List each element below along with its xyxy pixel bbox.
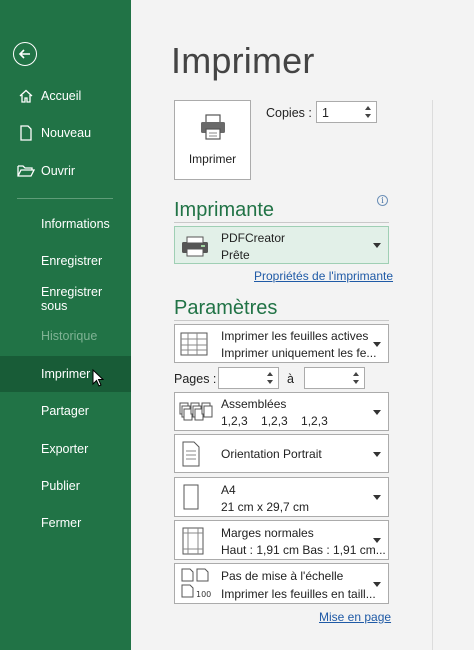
collated-pages-icon — [179, 402, 213, 421]
printer-name: PDFCreator — [221, 231, 286, 245]
margins-icon — [182, 527, 204, 555]
copies-stepper[interactable]: 1 — [316, 101, 377, 123]
new-document-icon — [17, 124, 35, 142]
back-arrow-icon[interactable] — [13, 42, 37, 66]
print-button-label: Imprimer — [188, 152, 237, 166]
scaling-dropdown[interactable]: 100 Pas de mise à l'échelle Imprimer les… — [174, 563, 389, 604]
chevron-down-icon — [373, 243, 381, 248]
pages-to-stepper[interactable] — [304, 367, 365, 389]
print-what-value: Imprimer les feuilles actives — [221, 329, 369, 343]
sidebar-item-history: Historique — [0, 318, 131, 354]
paper-size-icon — [183, 484, 199, 510]
printer-icon — [201, 114, 225, 140]
section-divider — [174, 222, 389, 223]
sidebar-item-save-as[interactable]: Enregistrer sous — [0, 281, 131, 317]
printer-dropdown[interactable]: PDFCreator Prête — [174, 226, 389, 264]
sidebar-item-label: Ouvrir — [41, 164, 76, 178]
sidebar-item-label: Partager — [41, 404, 89, 418]
chevron-down-icon — [373, 495, 381, 500]
margins-detail: Haut : 1,91 cm Bas : 1,91 cm... — [221, 543, 386, 557]
sidebar-item-label: Historique — [41, 329, 98, 343]
pages-to-label: à — [287, 372, 294, 386]
printer-section-heading: Imprimante — [174, 199, 275, 221]
chevron-down-icon — [373, 409, 381, 415]
sidebar-item-new[interactable]: Nouveau — [0, 115, 131, 151]
info-icon[interactable]: i — [377, 195, 388, 206]
sidebar-item-label: Enregistrer sous — [41, 285, 103, 313]
printer-device-icon — [182, 236, 208, 257]
sidebar-item-info[interactable]: Informations — [0, 206, 131, 242]
printer-status: Prête — [221, 248, 250, 262]
stepper-arrows-icon[interactable] — [362, 102, 376, 122]
margins-dropdown[interactable]: Marges normales Haut : 1,91 cm Bas : 1,9… — [174, 520, 389, 560]
folder-open-icon — [17, 162, 35, 180]
scaling-value: Pas de mise à l'échelle — [221, 569, 344, 583]
chevron-down-icon — [373, 538, 381, 543]
sidebar-item-label: Enregistrer — [41, 254, 103, 268]
sidebar-item-label: Nouveau — [41, 126, 92, 140]
page-title: Imprimer — [171, 40, 315, 81]
portrait-page-icon — [182, 441, 200, 467]
orientation-dropdown[interactable]: Orientation Portrait — [174, 434, 389, 473]
sidebar-item-export[interactable]: Exporter — [0, 431, 131, 467]
home-icon — [17, 87, 35, 105]
collate-value: Assemblées — [221, 397, 287, 411]
copies-value: 1 — [322, 106, 329, 120]
pages-label: Pages : — [174, 372, 217, 386]
paper-size-value: A4 — [221, 483, 236, 497]
settings-section-heading: Paramètres — [174, 297, 278, 319]
stepper-arrows-icon[interactable] — [264, 368, 278, 388]
sidebar-item-label: Publier — [41, 479, 80, 493]
mouse-cursor-icon — [92, 369, 104, 387]
print-button[interactable]: Imprimer — [174, 100, 251, 180]
preview-divider — [432, 100, 433, 650]
sidebar-item-label: Imprimer — [41, 367, 91, 381]
collate-detail: 1,2,3 1,2,3 1,2,3 — [221, 414, 328, 428]
sidebar-item-label: Fermer — [41, 516, 82, 530]
paper-size-dropdown[interactable]: A4 21 cm x 29,7 cm — [174, 477, 389, 517]
paper-size-detail: 21 cm x 29,7 cm — [221, 500, 310, 514]
sidebar-item-close[interactable]: Fermer — [0, 505, 131, 541]
stepper-arrows-icon[interactable] — [350, 368, 364, 388]
sidebar-item-share[interactable]: Partager — [0, 393, 131, 429]
sidebar-item-print[interactable]: Imprimer — [0, 356, 131, 392]
margins-value: Marges normales — [221, 526, 314, 540]
backstage-sidebar: Accueil Nouveau Ouvrir Informations Enre… — [0, 0, 131, 650]
collate-dropdown[interactable]: Assemblées 1,2,3 1,2,3 1,2,3 — [174, 392, 389, 431]
scaling-icon-text: 100 — [196, 590, 211, 599]
sidebar-item-save[interactable]: Enregistrer — [0, 243, 131, 279]
sidebar-item-label: Informations — [41, 217, 110, 231]
printer-properties-link[interactable]: Propriétés de l'imprimante — [254, 269, 393, 283]
section-divider — [174, 320, 389, 321]
sidebar-divider — [17, 198, 113, 199]
chevron-down-icon — [373, 451, 381, 457]
scaling-detail: Imprimer les feuilles en taill... — [221, 587, 376, 601]
sheet-grid-icon — [180, 332, 208, 356]
copies-label: Copies : — [266, 106, 312, 120]
print-what-dropdown[interactable]: Imprimer les feuilles actives Imprimer u… — [174, 324, 389, 363]
chevron-down-icon — [373, 341, 381, 347]
page-setup-link[interactable]: Mise en page — [319, 610, 391, 624]
pages-from-stepper[interactable] — [218, 367, 279, 389]
print-what-detail: Imprimer uniquement les fe... — [221, 346, 377, 360]
orientation-value: Orientation Portrait — [221, 447, 322, 461]
sidebar-item-home[interactable]: Accueil — [0, 78, 131, 114]
chevron-down-icon — [373, 581, 381, 587]
sidebar-item-publish[interactable]: Publier — [0, 468, 131, 504]
sidebar-item-open[interactable]: Ouvrir — [0, 153, 131, 189]
sidebar-item-label: Exporter — [41, 442, 89, 456]
sidebar-item-label: Accueil — [41, 89, 82, 103]
scaling-icon: 100 — [181, 568, 211, 599]
